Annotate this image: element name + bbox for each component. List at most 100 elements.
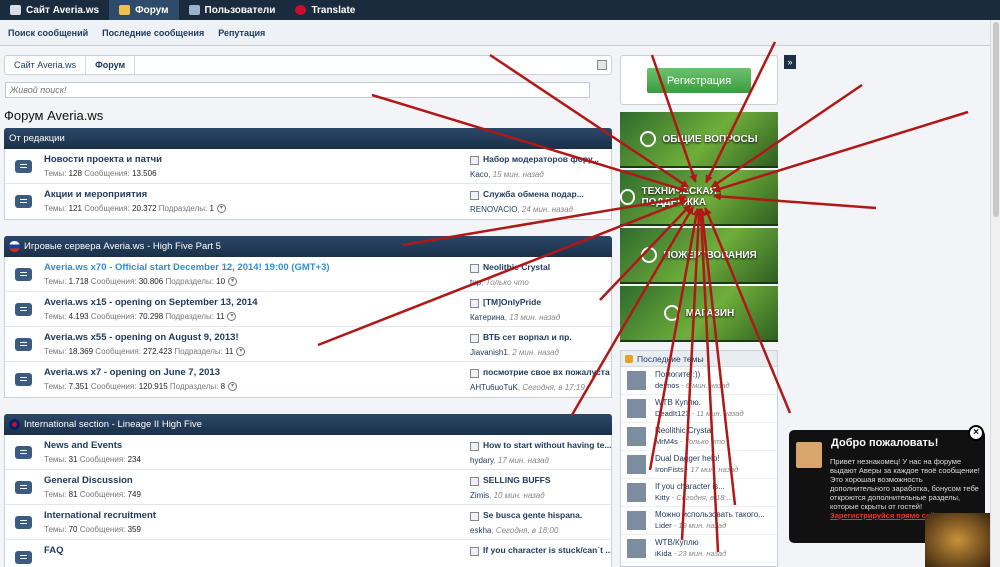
forum-icon bbox=[119, 5, 131, 15]
threads-count: 31 bbox=[68, 455, 78, 464]
forum-group: Новости проекта и патчи Темы: 128 Сообщен… bbox=[4, 149, 612, 220]
threads-count: 4.193 bbox=[68, 312, 89, 321]
banner-label: ОБЩИЕ ВОПРОСЫ bbox=[662, 133, 758, 145]
last-thread-user[interactable]: deimos bbox=[655, 381, 679, 390]
topnav-item-3[interactable]: Translate bbox=[285, 0, 365, 20]
last-thread-title[interactable]: Можно использовать такого... bbox=[655, 510, 765, 519]
last-thread-item[interactable]: If you character is... Kitty - Сегодня, в… bbox=[621, 479, 777, 507]
live-search-input[interactable] bbox=[5, 82, 590, 98]
last-post-title-link[interactable]: посмотрие свое вх пожалуста bbox=[483, 367, 611, 377]
forum-name-link[interactable]: News and Events bbox=[44, 440, 122, 451]
last-post-title-link[interactable]: Набор модераторов фору... bbox=[483, 154, 611, 164]
chevron-down-icon[interactable]: ▾ bbox=[228, 382, 238, 392]
last-thread-title[interactable]: WTB/Куплю bbox=[655, 538, 699, 547]
forum-chat-icon bbox=[15, 481, 32, 494]
last-post-title-link[interactable]: How to start without having te... bbox=[483, 440, 611, 450]
subforums-label: Подразделы: bbox=[158, 204, 208, 213]
forum-name-link[interactable]: Averia.ws x70 - Official start December … bbox=[44, 262, 330, 273]
last-post-user-link[interactable]: Катерина bbox=[470, 313, 505, 322]
last-post-user-link[interactable]: Zimis bbox=[470, 491, 489, 500]
last-thread-user[interactable]: iKida bbox=[655, 549, 672, 558]
forum-name-link[interactable]: Averia.ws x15 - opening on September 13,… bbox=[44, 297, 257, 308]
banner-0[interactable]: ОБЩИЕ ВОПРОСЫ bbox=[620, 112, 778, 168]
threads-label: Темы: bbox=[44, 490, 67, 499]
last-thread-user[interactable]: DeadIt123 bbox=[655, 409, 690, 418]
forum-chat-icon bbox=[15, 338, 32, 351]
subnav-link-2[interactable]: Репутация bbox=[214, 28, 269, 38]
last-post-time: 15 мин. назад bbox=[492, 170, 544, 179]
register-button[interactable]: Регистрация bbox=[647, 68, 751, 93]
subnav-link-1[interactable]: Последние сообщения bbox=[98, 28, 208, 38]
last-post-user-link[interactable]: RENOVACIO bbox=[470, 205, 517, 214]
forum-name-link[interactable]: Averia.ws x55 - opening on August 9, 201… bbox=[44, 332, 239, 343]
question-icon bbox=[640, 131, 657, 147]
subnav-link-0[interactable]: Поиск сообщений bbox=[4, 28, 92, 38]
forum-name-link[interactable]: International recruitment bbox=[44, 510, 156, 521]
breadcrumb-forum[interactable]: Форум bbox=[86, 56, 136, 74]
threads-count: 128 bbox=[68, 169, 82, 178]
chevron-down-icon[interactable]: ▾ bbox=[228, 277, 238, 287]
avatar bbox=[627, 455, 646, 474]
last-thread-title[interactable]: Помогите :)) bbox=[655, 370, 700, 379]
forum-name-link[interactable]: FAQ bbox=[44, 545, 64, 556]
last-thread-item[interactable]: Neolithic Crystal MrM4s - Только что bbox=[621, 423, 777, 451]
last-post-title-link[interactable]: Neolithic Crystal bbox=[483, 262, 611, 272]
scrollbar[interactable] bbox=[990, 20, 1000, 567]
category-header[interactable]: International section - Lineage II High … bbox=[4, 414, 612, 435]
chevron-down-icon[interactable]: ▾ bbox=[227, 312, 237, 322]
close-icon[interactable]: × bbox=[968, 425, 984, 441]
threads-count: 1.718 bbox=[68, 277, 89, 286]
last-post-title-link[interactable]: [TM]OnlyPride bbox=[483, 297, 611, 307]
last-post-user-link[interactable]: AHTu6uoTuK bbox=[470, 383, 518, 392]
forum-name-link[interactable]: Averia.ws x7 - opening on June 7, 2013 bbox=[44, 367, 220, 378]
category-title: International section - Lineage II High … bbox=[24, 419, 202, 430]
last-post-user-link[interactable]: eskha bbox=[470, 526, 491, 535]
last-thread-title[interactable]: WTB Куплю. bbox=[655, 398, 701, 407]
last-thread-user[interactable]: IronFists bbox=[655, 465, 684, 474]
grid-icon[interactable] bbox=[597, 60, 607, 70]
forum-stats: Темы: 18.369 Сообщения: 272.423 Подразде… bbox=[44, 347, 246, 357]
last-thread-item[interactable]: WTB/Куплю iKida - 23 мин. назад bbox=[621, 535, 777, 563]
banner-3[interactable]: МАГАЗИН bbox=[620, 286, 778, 342]
forum-row: Averia.ws x15 - opening on September 13,… bbox=[5, 292, 611, 327]
last-thread-title[interactable]: Dual Dagger help! bbox=[655, 454, 719, 463]
last-post-title-link[interactable]: Se busca gente hispana. bbox=[483, 510, 611, 520]
last-post-user-link[interactable]: tup bbox=[470, 278, 481, 287]
last-post-title-link[interactable]: ВТБ сет ворпал и пр. bbox=[483, 332, 611, 342]
decorative-emblem bbox=[925, 513, 990, 567]
category-header[interactable]: Игровые сервера Averia.ws - High Five Pa… bbox=[4, 236, 612, 257]
banner-1[interactable]: ТЕХНИЧЕСКАЯ ПОДДЕРЖКА bbox=[620, 170, 778, 226]
last-thread-item[interactable]: WTB Куплю. DeadIt123 - 11 мин. назад bbox=[621, 395, 777, 423]
last-thread-item[interactable]: Dual Dagger help! IronFists - 17 мин. наз… bbox=[621, 451, 777, 479]
last-thread-item[interactable]: Помогите :)) deimos - 6 мин. назад bbox=[621, 367, 777, 395]
banner-2[interactable]: ПОЖЕРТВОВАНИЯ bbox=[620, 228, 778, 284]
last-thread-title[interactable]: If you character is... bbox=[655, 482, 725, 491]
forum-name-link[interactable]: General Discussion bbox=[44, 475, 133, 486]
last-post-title-link[interactable]: Служба обмена подар... bbox=[483, 189, 611, 199]
last-post-user-link[interactable]: Jiavanish1 bbox=[470, 348, 508, 357]
category-header[interactable]: От редакции bbox=[4, 128, 612, 149]
last-thread-user[interactable]: Kitty bbox=[655, 493, 670, 502]
last-post-title-link[interactable]: SELLING BUFFS bbox=[483, 475, 611, 485]
chevron-down-icon[interactable]: ▾ bbox=[236, 347, 246, 357]
last-thread-user[interactable]: Lider bbox=[655, 521, 672, 530]
last-post-user-link[interactable]: hydary bbox=[470, 456, 493, 465]
breadcrumb-site[interactable]: Сайт Averia.ws bbox=[5, 56, 87, 74]
welcome-text: Привет незнакомец! У нас на форуме выдаю… bbox=[830, 457, 980, 520]
last-post-meta: RENOVACIO, 24 мин. назад bbox=[470, 205, 573, 214]
last-thread-time: 6 мин. назад bbox=[685, 381, 730, 390]
topnav-item-1[interactable]: Форум bbox=[109, 0, 179, 20]
last-thread-title[interactable]: Neolithic Crystal bbox=[655, 426, 713, 435]
topnav-item-2[interactable]: Пользователи bbox=[179, 0, 286, 20]
chevron-down-icon[interactable]: ▾ bbox=[216, 204, 226, 214]
last-post-title-link[interactable]: If you character is stuck/can`t ... bbox=[483, 545, 611, 555]
forum-name-link[interactable]: Акции и мероприятия bbox=[44, 189, 147, 200]
last-post-user-link[interactable]: Kaco bbox=[470, 170, 488, 179]
last-thread-user[interactable]: MrM4s bbox=[655, 437, 678, 446]
sub-navigation: Поиск сообщений Последние сообщения Репута… bbox=[0, 20, 1000, 46]
topnav-item-0[interactable]: Сайт Averia.ws bbox=[0, 0, 109, 20]
last-thread-item[interactable]: Можно использовать такого... Lider - 19 м… bbox=[621, 507, 777, 535]
forum-chat-icon bbox=[15, 268, 32, 281]
sidebar-toggle-icon[interactable]: » bbox=[784, 55, 796, 69]
forum-name-link[interactable]: Новости проекта и патчи bbox=[44, 154, 162, 165]
